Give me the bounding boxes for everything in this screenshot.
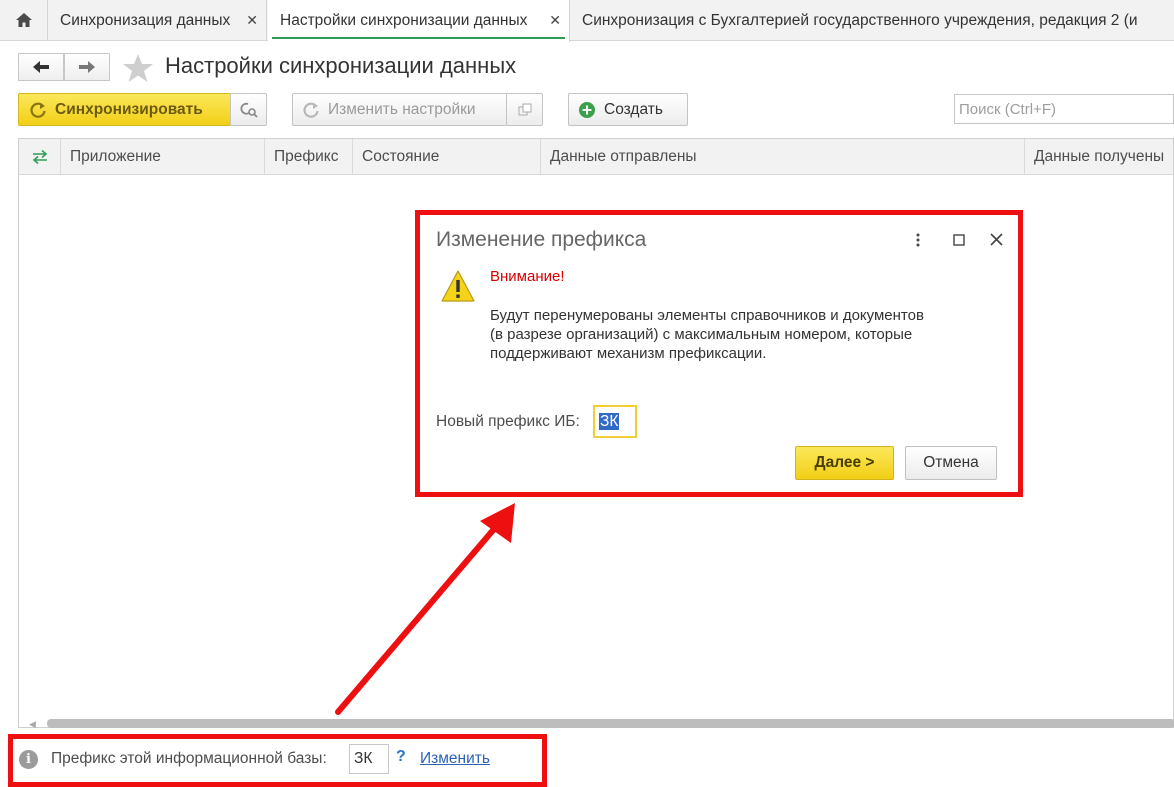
refresh-icon	[30, 102, 46, 118]
home-icon	[15, 13, 32, 27]
scroll-left-icon[interactable]: ◀	[29, 719, 36, 730]
column-prefix[interactable]: Префикс	[265, 139, 353, 175]
red-arrow	[335, 503, 515, 715]
info-icon: i	[19, 750, 38, 769]
tab-label: Синхронизация данных	[60, 11, 231, 29]
help-button[interactable]: ?	[396, 748, 406, 766]
forward-arrow-icon	[79, 61, 95, 73]
home-button[interactable]	[0, 0, 48, 40]
column-data-received[interactable]: Данные получены	[1025, 139, 1174, 175]
change-prefix-link[interactable]: Изменить	[420, 750, 490, 768]
copy-button[interactable]	[506, 93, 543, 126]
tab-label: Синхронизация с Бухгалтерией государстве…	[582, 11, 1138, 29]
tab-sync-settings[interactable]: Настройки синхронизации данных ✕	[268, 0, 570, 42]
create-label: Создать	[604, 100, 663, 118]
copy-icon	[518, 103, 531, 115]
plus-icon	[579, 101, 595, 118]
close-icon[interactable]: ✕	[246, 12, 258, 29]
search-input[interactable]: Поиск (Ctrl+F)	[954, 94, 1174, 124]
refresh-icon	[303, 102, 319, 118]
column-direction[interactable]	[19, 139, 61, 175]
tab-bar: Синхронизация данных ✕ Настройки синхрон…	[0, 0, 1174, 42]
page-title: Настройки синхронизации данных	[165, 53, 517, 78]
sync-settings-button[interactable]	[230, 93, 267, 126]
star-icon[interactable]	[122, 53, 154, 83]
horizontal-scrollbar[interactable]	[47, 719, 1174, 728]
sync-button[interactable]: Синхронизировать	[18, 93, 231, 126]
back-button[interactable]	[18, 53, 64, 81]
tab-sync-data[interactable]: Синхронизация данных ✕	[48, 0, 267, 41]
dialog-highlight-frame	[415, 210, 1023, 497]
back-arrow-icon	[33, 61, 49, 73]
change-settings-button[interactable]: Изменить настройки	[292, 93, 507, 126]
column-state[interactable]: Состояние	[353, 139, 541, 175]
table-header: Приложение Префикс Состояние Данные отпр…	[19, 139, 1173, 175]
sync-arrows-icon	[32, 149, 47, 165]
change-settings-label: Изменить настройки	[328, 100, 476, 118]
create-button[interactable]: Создать	[568, 93, 688, 126]
tab-label: Настройки синхронизации данных	[280, 12, 528, 29]
sync-label: Синхронизировать	[55, 100, 203, 118]
column-data-sent[interactable]: Данные отправлены	[541, 139, 1025, 175]
column-application[interactable]: Приложение	[61, 139, 265, 175]
forward-button[interactable]	[64, 53, 110, 81]
db-prefix-field: ЗК	[349, 744, 389, 774]
close-icon[interactable]: ✕	[549, 12, 561, 29]
db-prefix-label: Префикс этой информационной базы:	[51, 750, 327, 767]
search-settings-icon	[240, 102, 258, 118]
tab-sync-bgu[interactable]: Синхронизация с Бухгалтерией государстве…	[570, 0, 1174, 41]
